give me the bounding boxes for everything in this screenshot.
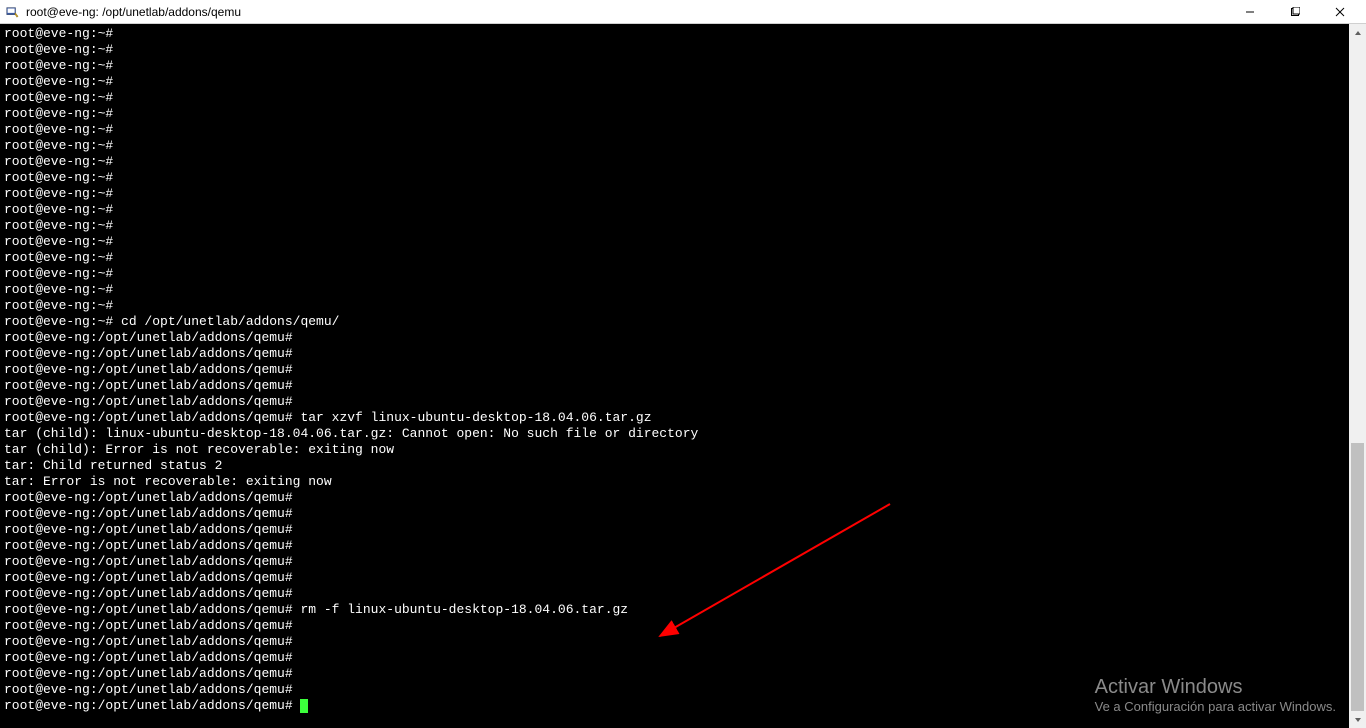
minimize-button[interactable] — [1227, 0, 1272, 24]
prompt-line: root@eve-ng:~# — [4, 26, 1345, 42]
prompt-line: root@eve-ng:/opt/unetlab/addons/qemu# — [4, 554, 1345, 570]
prompt-line: root@eve-ng:/opt/unetlab/addons/qemu# — [4, 394, 1345, 410]
scrollbar[interactable] — [1349, 24, 1366, 728]
prompt-line: root@eve-ng:/opt/unetlab/addons/qemu# — [4, 362, 1345, 378]
scroll-track[interactable] — [1349, 41, 1366, 711]
prompt-line: root@eve-ng:~# — [4, 58, 1345, 74]
prompt-line: root@eve-ng:/opt/unetlab/addons/qemu# — [4, 682, 1345, 698]
window-title: root@eve-ng: /opt/unetlab/addons/qemu — [26, 5, 241, 19]
prompt-line: root@eve-ng:/opt/unetlab/addons/qemu# — [4, 570, 1345, 586]
prompt-line: root@eve-ng:/opt/unetlab/addons/qemu# rm… — [4, 602, 1345, 618]
prompt-line: root@eve-ng:~# — [4, 122, 1345, 138]
prompt-line: root@eve-ng:~# cd /opt/unetlab/addons/qe… — [4, 314, 1345, 330]
prompt-line: root@eve-ng:~# — [4, 266, 1345, 282]
scroll-up-button[interactable] — [1349, 24, 1366, 41]
prompt-line: root@eve-ng:/opt/unetlab/addons/qemu# — [4, 538, 1345, 554]
terminal-output[interactable]: root@eve-ng:~#root@eve-ng:~#root@eve-ng:… — [0, 24, 1349, 728]
prompt-line: root@eve-ng:~# — [4, 202, 1345, 218]
prompt-line: root@eve-ng:/opt/unetlab/addons/qemu# — [4, 522, 1345, 538]
prompt-line: root@eve-ng:~# — [4, 42, 1345, 58]
prompt-line: root@eve-ng:/opt/unetlab/addons/qemu# — [4, 506, 1345, 522]
prompt-line: root@eve-ng:~# — [4, 154, 1345, 170]
prompt-line: root@eve-ng:/opt/unetlab/addons/qemu# — [4, 378, 1345, 394]
prompt-line: root@eve-ng:~# — [4, 250, 1345, 266]
prompt-line: root@eve-ng:/opt/unetlab/addons/qemu# — [4, 650, 1345, 666]
prompt-line: root@eve-ng:/opt/unetlab/addons/qemu# — [4, 490, 1345, 506]
close-button[interactable] — [1317, 0, 1362, 24]
terminal-area[interactable]: root@eve-ng:~#root@eve-ng:~#root@eve-ng:… — [0, 24, 1366, 728]
output-line: tar: Error is not recoverable: exiting n… — [4, 474, 1345, 490]
prompt-line: root@eve-ng:~# — [4, 74, 1345, 90]
prompt-line: root@eve-ng:~# — [4, 282, 1345, 298]
prompt-line: root@eve-ng:~# — [4, 186, 1345, 202]
prompt-line: root@eve-ng:~# — [4, 234, 1345, 250]
putty-icon — [4, 4, 20, 20]
putty-window: root@eve-ng: /opt/unetlab/addons/qemu ro… — [0, 0, 1366, 728]
prompt-line: root@eve-ng:/opt/unetlab/addons/qemu# — [4, 586, 1345, 602]
output-line: tar: Child returned status 2 — [4, 458, 1345, 474]
prompt-line: root@eve-ng:/opt/unetlab/addons/qemu# — [4, 634, 1345, 650]
prompt-line: root@eve-ng:~# — [4, 90, 1345, 106]
prompt-line: root@eve-ng:~# — [4, 170, 1345, 186]
cursor — [300, 699, 308, 713]
prompt-line: root@eve-ng:~# — [4, 218, 1345, 234]
prompt-line: root@eve-ng:/opt/unetlab/addons/qemu# — [4, 618, 1345, 634]
scroll-down-button[interactable] — [1349, 711, 1366, 728]
window-controls — [1227, 0, 1362, 24]
prompt-line: root@eve-ng:~# — [4, 106, 1345, 122]
prompt-line: root@eve-ng:/opt/unetlab/addons/qemu# — [4, 346, 1345, 362]
output-line: tar (child): linux-ubuntu-desktop-18.04.… — [4, 426, 1345, 442]
prompt-line: root@eve-ng:/opt/unetlab/addons/qemu# — [4, 330, 1345, 346]
maximize-button[interactable] — [1272, 0, 1317, 24]
prompt-line: root@eve-ng:~# — [4, 298, 1345, 314]
prompt-line: root@eve-ng:/opt/unetlab/addons/qemu# ta… — [4, 410, 1345, 426]
prompt-line: root@eve-ng:~# — [4, 138, 1345, 154]
scroll-thumb[interactable] — [1351, 443, 1364, 711]
output-line: tar (child): Error is not recoverable: e… — [4, 442, 1345, 458]
prompt-line: root@eve-ng:/opt/unetlab/addons/qemu# — [4, 666, 1345, 682]
titlebar: root@eve-ng: /opt/unetlab/addons/qemu — [0, 0, 1366, 24]
prompt-line: root@eve-ng:/opt/unetlab/addons/qemu# — [4, 698, 1345, 714]
